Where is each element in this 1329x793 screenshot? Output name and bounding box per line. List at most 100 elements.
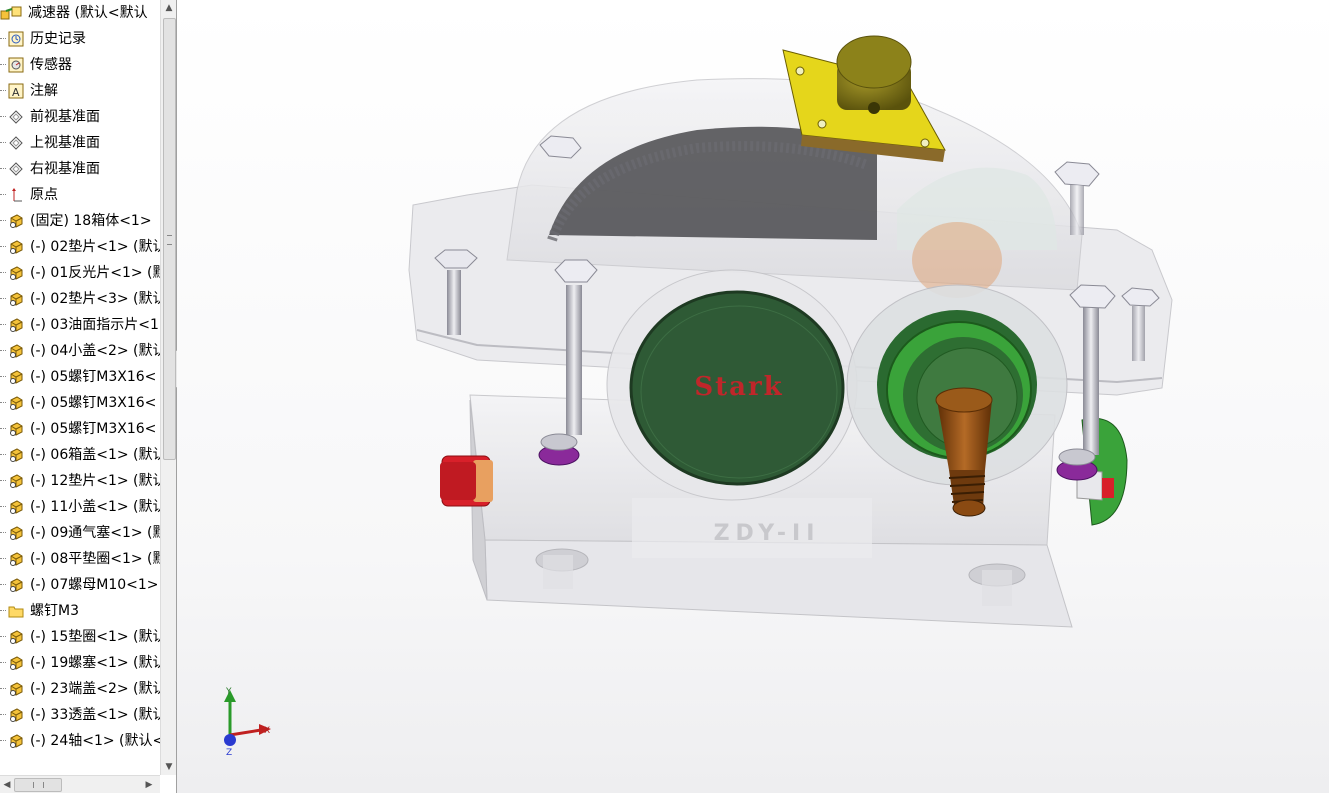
tree-item-label: (-) 24轴<1> (默认< bbox=[30, 733, 165, 749]
tree-item[interactable]: (-) 07螺母M10<1> bbox=[0, 572, 160, 598]
arrow-down-icon[interactable]: ▼ bbox=[161, 759, 176, 775]
tree-connector bbox=[0, 532, 6, 533]
tree-item[interactable]: (-) 05螺钉M3X16< bbox=[0, 416, 160, 442]
part-icon bbox=[10, 448, 23, 462]
tree-connector bbox=[0, 246, 6, 247]
tree-connector bbox=[0, 90, 6, 91]
tree-item[interactable]: 传感器 bbox=[0, 52, 160, 78]
sensor-icon bbox=[8, 57, 24, 73]
tree-item[interactable]: (-) 24轴<1> (默认< bbox=[0, 728, 164, 754]
tree-item[interactable]: (-) 02垫片<3> (默认 bbox=[0, 286, 167, 312]
tree-item[interactable]: (-) 12垫片<1> (默认 bbox=[0, 468, 167, 494]
part-icon bbox=[10, 474, 23, 488]
origin-icon bbox=[12, 188, 22, 202]
tree-connector bbox=[0, 168, 6, 169]
tree-item-label: 上视基准面 bbox=[30, 135, 100, 151]
tree-item-label: (-) 33透盖<1> (默认 bbox=[30, 707, 167, 723]
part-icon bbox=[10, 630, 23, 644]
part-icon bbox=[10, 656, 23, 670]
tree-connector bbox=[0, 558, 6, 559]
tree-connector bbox=[0, 506, 6, 507]
tree-item[interactable]: (-) 33透盖<1> (默认 bbox=[0, 702, 167, 728]
left-end-cover[interactable]: Stark bbox=[606, 269, 858, 501]
tree-item-label: 传感器 bbox=[30, 57, 72, 73]
tree-connector bbox=[0, 610, 6, 611]
graphics-area[interactable]: Stark ZDY-II Y X Z bbox=[177, 0, 1329, 793]
part-icon bbox=[10, 422, 23, 436]
part-icon bbox=[10, 500, 23, 514]
tree-item-label: 注解 bbox=[30, 83, 58, 99]
tree-connector bbox=[0, 38, 6, 39]
triad-z-label: Z bbox=[226, 748, 232, 758]
tree-item[interactable]: (-) 09通气塞<1> (默 bbox=[0, 520, 167, 546]
tree-vertical-scroll-thumb[interactable] bbox=[163, 18, 176, 460]
tree-item[interactable]: (-) 23端盖<2> (默认 bbox=[0, 676, 167, 702]
tree-item-label: (-) 04小盖<2> (默认 bbox=[30, 343, 167, 359]
tree-item[interactable]: (-) 11小盖<1> (默认 bbox=[0, 494, 167, 520]
tree-connector bbox=[0, 324, 6, 325]
tree-item[interactable]: (-) 15垫圈<1> (默认 bbox=[0, 624, 167, 650]
tree-connector bbox=[0, 428, 6, 429]
tree-item[interactable]: (-) 03油面指示片<1 bbox=[0, 312, 160, 338]
breather-plug[interactable] bbox=[782, 35, 946, 162]
case-marking-text: ZDY-II bbox=[714, 521, 821, 546]
tree-item[interactable]: 螺钉M3 bbox=[0, 598, 160, 624]
tree-item-label: 历史记录 bbox=[30, 31, 86, 47]
tree-item-label: (-) 05螺钉M3X16< bbox=[30, 421, 157, 437]
plane-icon bbox=[9, 136, 23, 150]
tree-connector bbox=[0, 584, 6, 585]
tree-item-label: (-) 02垫片<1> (默认 bbox=[30, 239, 167, 255]
tree-connector bbox=[0, 142, 6, 143]
tree-item-label: (-) 07螺母M10<1> bbox=[30, 577, 159, 593]
tree-item-label: (-) 09通气塞<1> (默 bbox=[30, 525, 167, 541]
tree-horizontal-scrollbar[interactable]: ◀ ▶ bbox=[0, 775, 160, 793]
tree-item-label: (-) 19螺塞<1> (默认 bbox=[30, 655, 167, 671]
part-icon bbox=[10, 734, 23, 748]
tree-item[interactable]: (固定) 18箱体<1> bbox=[0, 208, 160, 234]
tree-item[interactable]: 前视基准面 bbox=[0, 104, 160, 130]
svg-text:A: A bbox=[12, 86, 20, 99]
tree-connector bbox=[0, 194, 6, 195]
tree-item[interactable]: (-) 08平垫圈<1> (默 bbox=[0, 546, 167, 572]
plane-icon bbox=[9, 162, 23, 176]
tree-item-label: (-) 05螺钉M3X16< bbox=[30, 395, 157, 411]
tree-item-label: 螺钉M3 bbox=[30, 603, 79, 619]
part-icon bbox=[10, 526, 23, 540]
tree-item[interactable]: (-) 04小盖<2> (默认 bbox=[0, 338, 167, 364]
feature-tree-list: 减速器 (默认<默认 历史记录传感器 A 注解前视基准面上视基准面右视基准面原点 (固… bbox=[0, 0, 167, 754]
plane-icon bbox=[9, 110, 23, 124]
tree-horizontal-scroll-thumb[interactable] bbox=[14, 778, 62, 792]
tree-item-label: 右视基准面 bbox=[30, 161, 100, 177]
part-icon bbox=[10, 240, 23, 254]
part-icon bbox=[10, 344, 23, 358]
tree-connector bbox=[0, 662, 6, 663]
tree-connector bbox=[0, 454, 6, 455]
tree-item-label: (-) 11小盖<1> (默认 bbox=[30, 499, 167, 515]
triad-y-label: Y bbox=[225, 687, 232, 697]
annotation-icon: A bbox=[8, 83, 24, 99]
tree-vertical-scrollbar[interactable]: ▲ ▼ bbox=[160, 0, 176, 775]
drain-plug[interactable] bbox=[440, 455, 493, 507]
arrow-left-icon[interactable]: ◀ bbox=[0, 776, 14, 793]
tree-item[interactable]: 原点 bbox=[0, 182, 160, 208]
arrow-right-icon[interactable]: ▶ bbox=[142, 776, 156, 793]
tree-item[interactable]: A 注解 bbox=[0, 78, 160, 104]
tree-item[interactable]: (-) 02垫片<1> (默认 bbox=[0, 234, 167, 260]
tree-item[interactable]: (-) 06箱盖<1> (默认 bbox=[0, 442, 167, 468]
tree-item[interactable]: (-) 19螺塞<1> (默认 bbox=[0, 650, 167, 676]
tree-connector bbox=[0, 64, 6, 65]
part-icon bbox=[10, 552, 23, 566]
reducer-3d-model[interactable]: Stark ZDY-II Y X Z bbox=[177, 0, 1329, 793]
tree-item[interactable]: (-) 05螺钉M3X16< bbox=[0, 364, 160, 390]
tree-root-assembly[interactable]: 减速器 (默认<默认 bbox=[0, 0, 160, 26]
tree-item[interactable]: 上视基准面 bbox=[0, 130, 160, 156]
feature-manager-tree: 减速器 (默认<默认 历史记录传感器 A 注解前视基准面上视基准面右视基准面原点 (固… bbox=[0, 0, 177, 793]
tree-item[interactable]: 右视基准面 bbox=[0, 156, 160, 182]
arrow-up-icon[interactable]: ▲ bbox=[161, 0, 176, 16]
end-cap-logo-text: Stark bbox=[694, 372, 783, 402]
tree-item[interactable]: 历史记录 bbox=[0, 26, 160, 52]
tree-item[interactable]: (-) 05螺钉M3X16< bbox=[0, 390, 160, 416]
tree-item-label: (-) 23端盖<2> (默认 bbox=[30, 681, 167, 697]
tree-item[interactable]: (-) 01反光片<1> (默 bbox=[0, 260, 167, 286]
tree-connector bbox=[0, 402, 6, 403]
